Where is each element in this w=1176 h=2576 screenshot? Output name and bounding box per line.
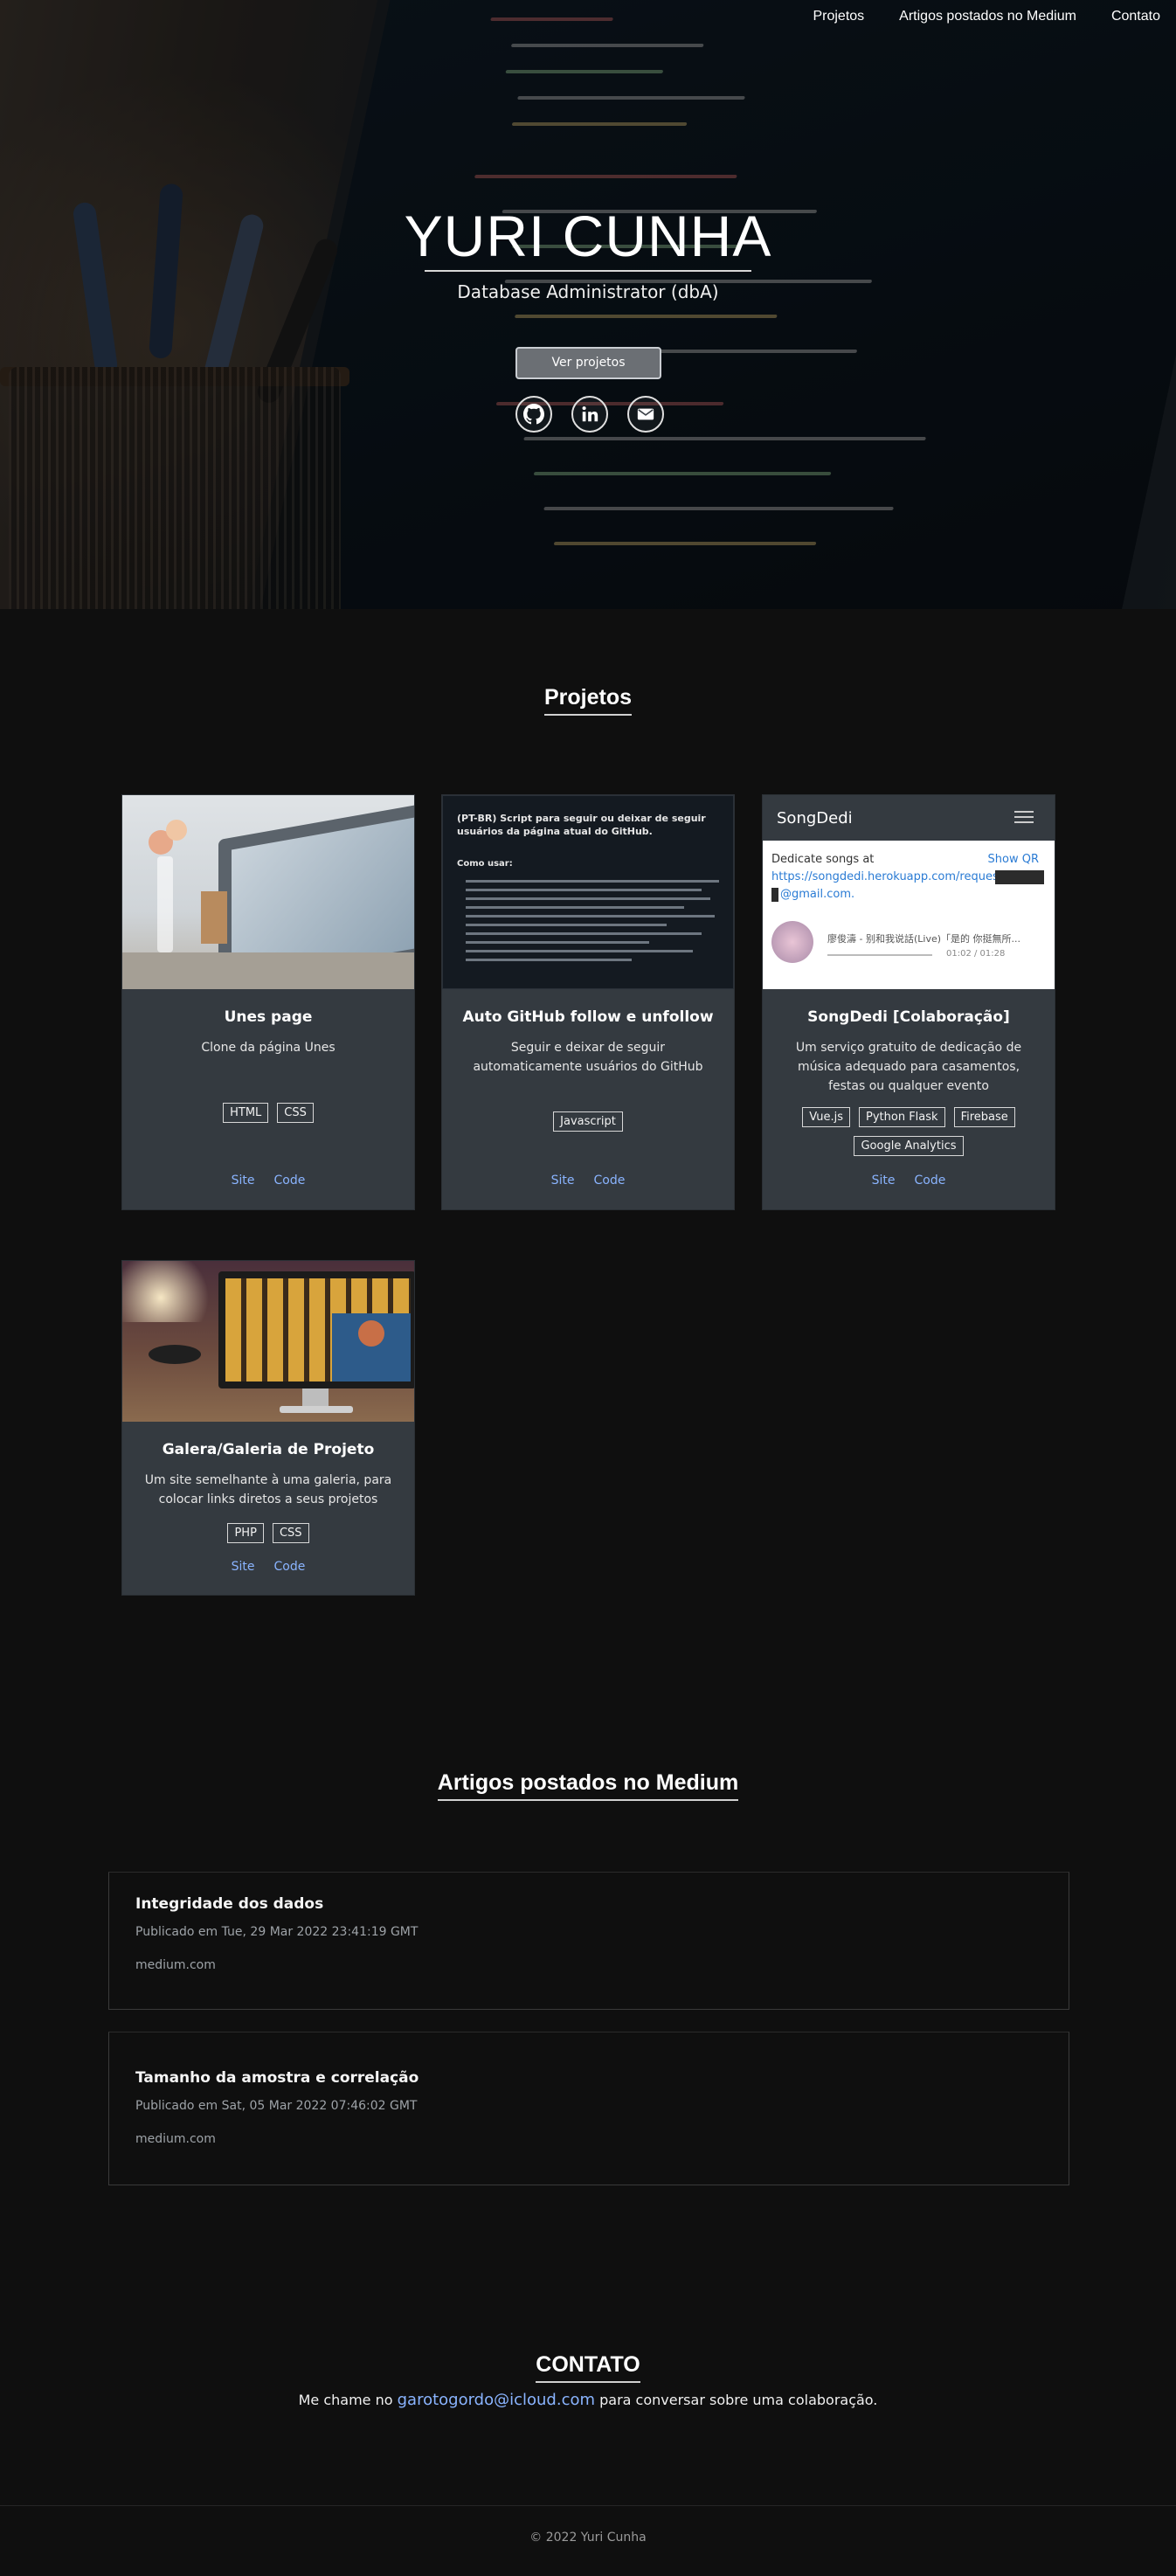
project-tags: HTML CSS (140, 1103, 397, 1123)
project-tags: PHP CSS (140, 1523, 397, 1543)
email-link[interactable] (627, 396, 664, 433)
github-icon (523, 404, 544, 425)
project-links: Site Code (763, 1174, 1055, 1188)
project-tags: Vue.js Python Flask Firebase Google Anal… (780, 1107, 1037, 1156)
footer-copyright: © 2022 Yuri Cunha (529, 2531, 647, 2545)
project-card: Galera/Galeria de Projeto Um site semelh… (121, 1260, 415, 1596)
project-code-link[interactable]: Code (274, 1560, 306, 1574)
contact-text: Me chame no garotogordo@icloud.com para … (0, 2391, 1176, 2409)
thumbnail-app-name: SongDedi (777, 809, 853, 828)
linkedin-icon (582, 406, 598, 422)
project-site-link[interactable]: Site (551, 1174, 575, 1188)
hero-role: Database Administrator (dbA) (457, 281, 719, 302)
project-thumbnail-github-script: (PT-BR) Script para seguir ou deixar de … (442, 795, 734, 989)
thumbnail-subheading: Como usar: (457, 859, 513, 869)
project-description: Um serviço gratuito de dedicação de músi… (795, 1041, 1022, 1093)
project-card: (PT-BR) Script para seguir ou deixar de … (441, 794, 735, 1210)
articles-section-title: Artigos postados no Medium (0, 1770, 1176, 1801)
project-thumbnail-songdedi: SongDedi Dedicate songs at Show QR https… (763, 795, 1055, 989)
thumbnail-time: 01:02 / 01:28 (946, 949, 1006, 959)
thumbnail-song: 廖俊濤 - 别和我说話(Live)「是的 你挺無所... (827, 933, 1020, 945)
contact-suffix: para conversar sobre uma colaboração. (599, 2392, 878, 2408)
tag-badge: Google Analytics (854, 1136, 964, 1156)
project-tags: Javascript (460, 1111, 716, 1132)
project-site-link[interactable]: Site (232, 1560, 255, 1574)
tag-badge: Vue.js (802, 1107, 850, 1127)
thumbnail-link: @gmail.com. (780, 888, 855, 901)
thumbnail-heading: (PT-BR) Script para seguir ou deixar de … (457, 813, 706, 837)
nav-link-contato[interactable]: Contato (1111, 9, 1160, 24)
github-link[interactable] (515, 396, 552, 433)
tag-badge: Python Flask (859, 1107, 945, 1127)
project-thumbnail-galeria (122, 1261, 414, 1422)
project-description: Seguir e deixar de seguir automaticament… (473, 1041, 703, 1074)
project-links: Site Code (442, 1174, 734, 1188)
project-site-link[interactable]: Site (872, 1174, 896, 1188)
top-nav: Projetos Artigos postados no Medium Cont… (813, 9, 1160, 24)
nav-link-artigos[interactable]: Artigos postados no Medium (899, 9, 1076, 24)
project-thumbnail-unes (122, 795, 414, 989)
hero-divider (425, 270, 751, 272)
project-card: Unes page Clone da página Unes HTML CSS … (121, 794, 415, 1210)
contact-section-title: CONTATO (0, 2352, 1176, 2383)
project-card: SongDedi Dedicate songs at Show QR https… (762, 794, 1055, 1210)
email-icon (637, 408, 654, 420)
article-card[interactable]: Tamanho da amostra e correlação Publicad… (108, 2032, 1069, 2185)
tag-badge: Javascript (553, 1111, 623, 1132)
footer-divider (0, 2505, 1176, 2506)
thumbnail-link: https://songdedi.herokuapp.com/request (771, 870, 1003, 883)
article-title[interactable]: Tamanho da amostra e correlação (135, 2069, 419, 2087)
project-title: Galera/Galeria de Projeto (162, 1441, 375, 1458)
project-description: Clone da página Unes (201, 1041, 336, 1055)
tag-badge: CSS (277, 1103, 314, 1123)
article-date: Publicado em Tue, 29 Mar 2022 23:41:19 G… (135, 1925, 419, 1939)
tag-badge: CSS (272, 1523, 309, 1543)
article-card[interactable]: Integridade dos dados Publicado em Tue, … (108, 1872, 1069, 2010)
thumbnail-qr-link: Show QR (987, 853, 1039, 866)
projects-section-title: Projetos (0, 685, 1176, 716)
project-links: Site Code (122, 1560, 414, 1574)
contact-prefix: Me chame no (298, 2392, 393, 2408)
hero-section: Projetos Artigos postados no Medium Cont… (0, 0, 1176, 609)
hero-name: YURI CUNHA (404, 204, 772, 268)
tag-badge: HTML (223, 1103, 269, 1123)
project-description: Um site semelhante à uma galeria, para c… (144, 1473, 392, 1506)
project-title: Auto GitHub follow e unfollow (462, 1008, 714, 1026)
contact-email-link[interactable]: garotogordo@icloud.com (398, 2391, 595, 2409)
project-site-link[interactable]: Site (232, 1174, 255, 1188)
article-source: medium.com (135, 2132, 216, 2146)
tag-badge: Firebase (953, 1107, 1015, 1127)
project-code-link[interactable]: Code (915, 1174, 946, 1188)
project-code-link[interactable]: Code (594, 1174, 626, 1188)
social-links (515, 396, 664, 433)
article-date: Publicado em Sat, 05 Mar 2022 07:46:02 G… (135, 2099, 418, 2113)
menu-icon (1014, 811, 1034, 813)
view-projects-button[interactable]: Ver projetos (515, 347, 661, 379)
project-links: Site Code (122, 1174, 414, 1188)
project-code-link[interactable]: Code (274, 1174, 306, 1188)
linkedin-link[interactable] (571, 396, 608, 433)
project-title: Unes page (224, 1008, 313, 1026)
thumbnail-text: Dedicate songs at (771, 853, 875, 866)
project-title: SongDedi [Colaboração] (807, 1008, 1010, 1026)
article-title[interactable]: Integridade dos dados (135, 1895, 323, 1913)
nav-link-projetos[interactable]: Projetos (813, 9, 864, 24)
article-source: medium.com (135, 1958, 216, 1972)
tag-badge: PHP (227, 1523, 264, 1543)
